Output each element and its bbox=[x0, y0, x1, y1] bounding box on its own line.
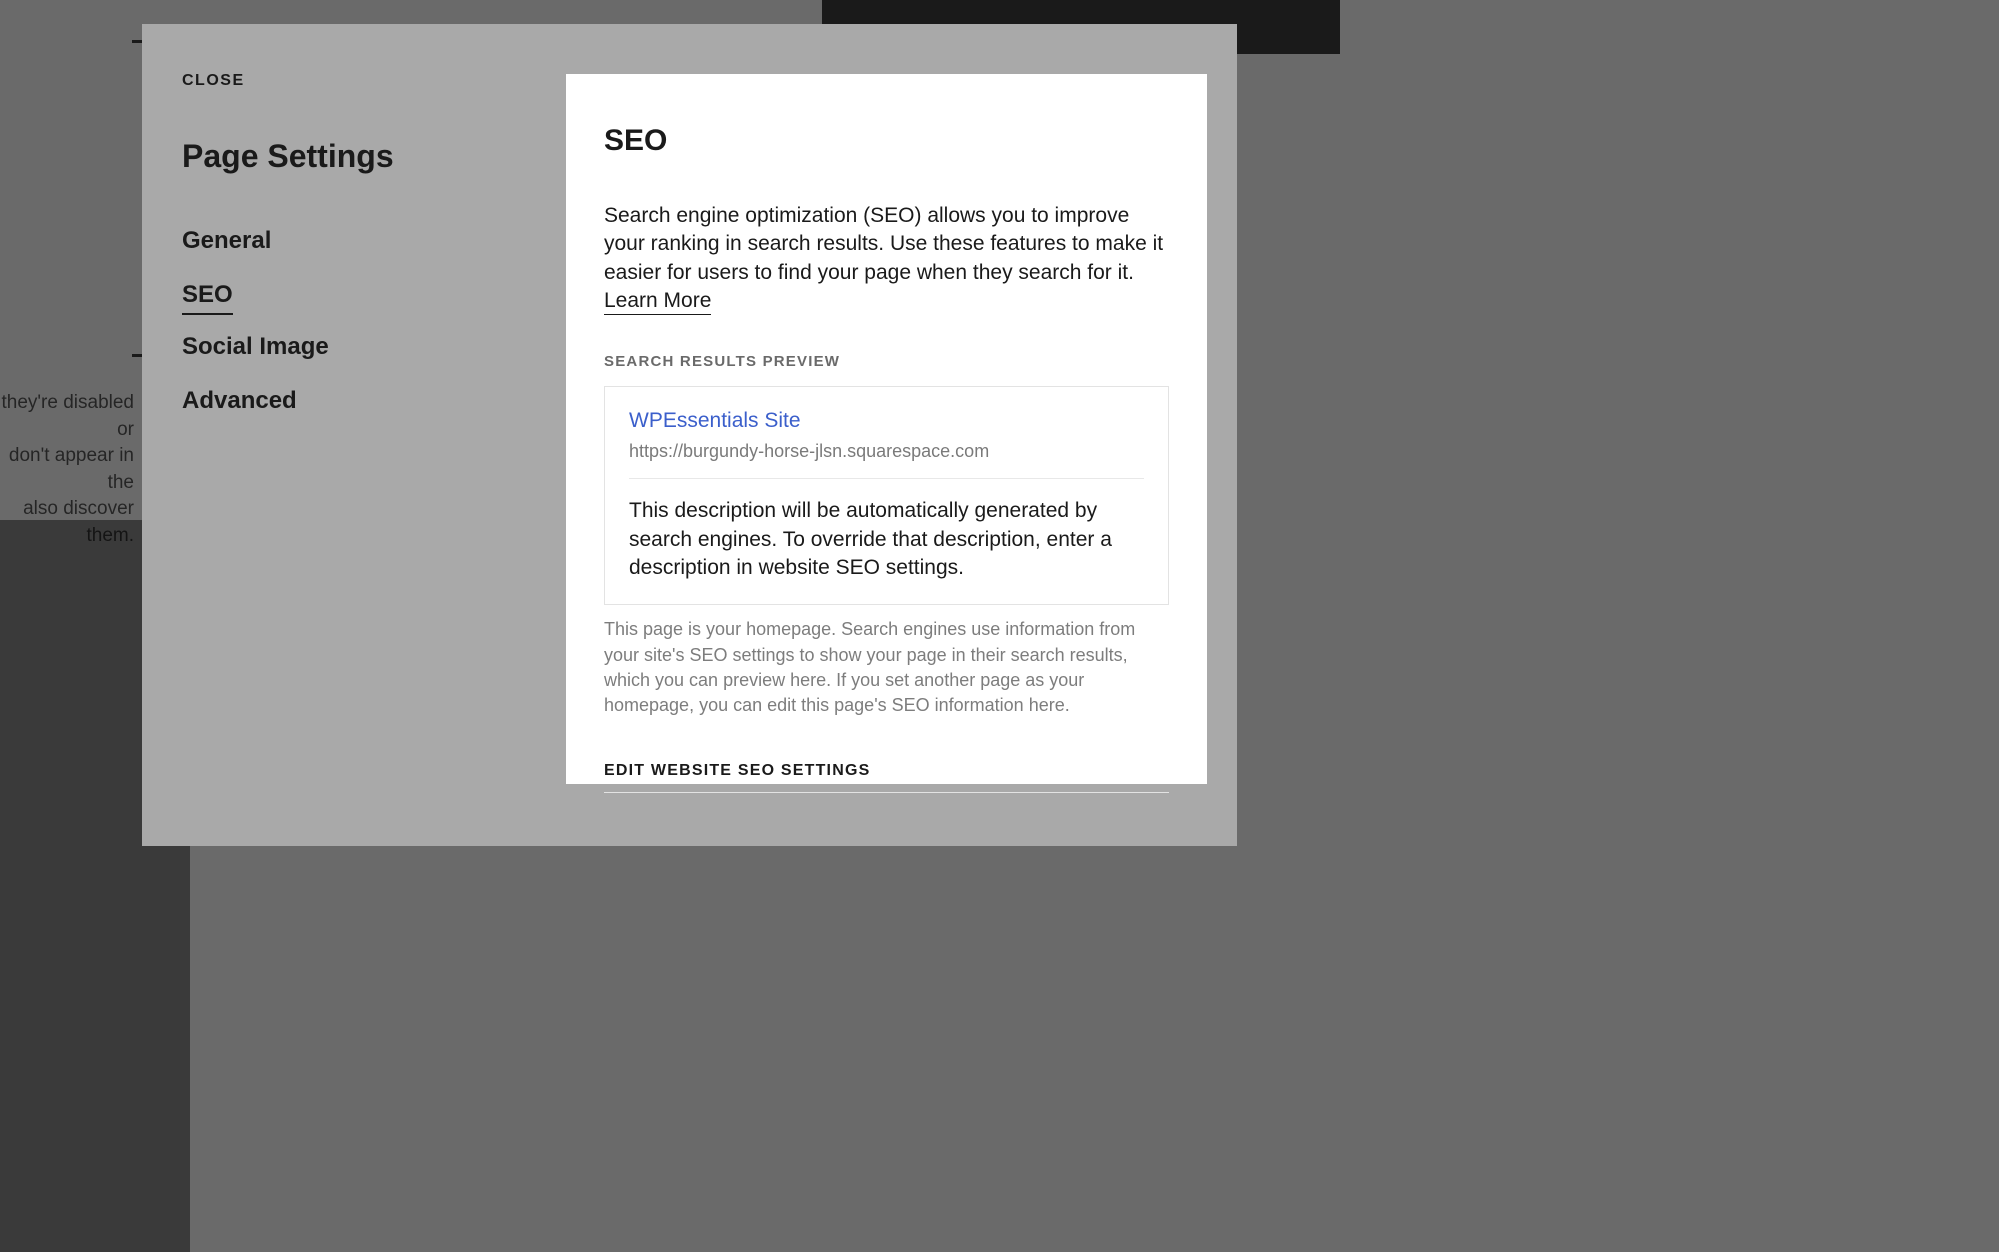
seo-heading: SEO bbox=[604, 124, 1169, 158]
page-settings-modal: CLOSE Page Settings General SEO Social I… bbox=[142, 24, 1237, 846]
bottom-divider bbox=[604, 792, 1169, 793]
close-button[interactable]: CLOSE bbox=[182, 72, 245, 90]
preview-description: This description will be automatically g… bbox=[629, 497, 1144, 582]
modal-sidebar: CLOSE Page Settings General SEO Social I… bbox=[142, 24, 536, 846]
search-preview-label: SEARCH RESULTS PREVIEW bbox=[604, 353, 1169, 370]
nav-item-seo[interactable]: SEO bbox=[182, 273, 233, 315]
page-title: Page Settings bbox=[182, 138, 496, 175]
preview-divider bbox=[629, 478, 1144, 479]
edit-seo-settings-link[interactable]: EDIT WEBSITE SEO SETTINGS bbox=[604, 762, 870, 780]
learn-more-link[interactable]: Learn More bbox=[604, 289, 711, 315]
settings-nav: General SEO Social Image Advanced bbox=[182, 219, 496, 433]
search-preview-box: WPEssentials Site https://burgundy-horse… bbox=[604, 386, 1169, 605]
nav-item-social-image[interactable]: Social Image bbox=[182, 325, 329, 369]
seo-settings-card: SEO Search engine optimization (SEO) all… bbox=[566, 74, 1207, 784]
preview-site-title: WPEssentials Site bbox=[629, 409, 1144, 433]
nav-item-general[interactable]: General bbox=[182, 219, 271, 263]
homepage-note: This page is your homepage. Search engin… bbox=[604, 617, 1169, 718]
preview-site-url: https://burgundy-horse-jlsn.squarespace.… bbox=[629, 441, 1144, 462]
seo-description: Search engine optimization (SEO) allows … bbox=[604, 202, 1169, 315]
modal-content-area: SEO Search engine optimization (SEO) all… bbox=[536, 24, 1237, 846]
nav-item-advanced[interactable]: Advanced bbox=[182, 379, 297, 423]
backdrop-partial-text: they're disabled or don't appear in the … bbox=[0, 390, 140, 550]
